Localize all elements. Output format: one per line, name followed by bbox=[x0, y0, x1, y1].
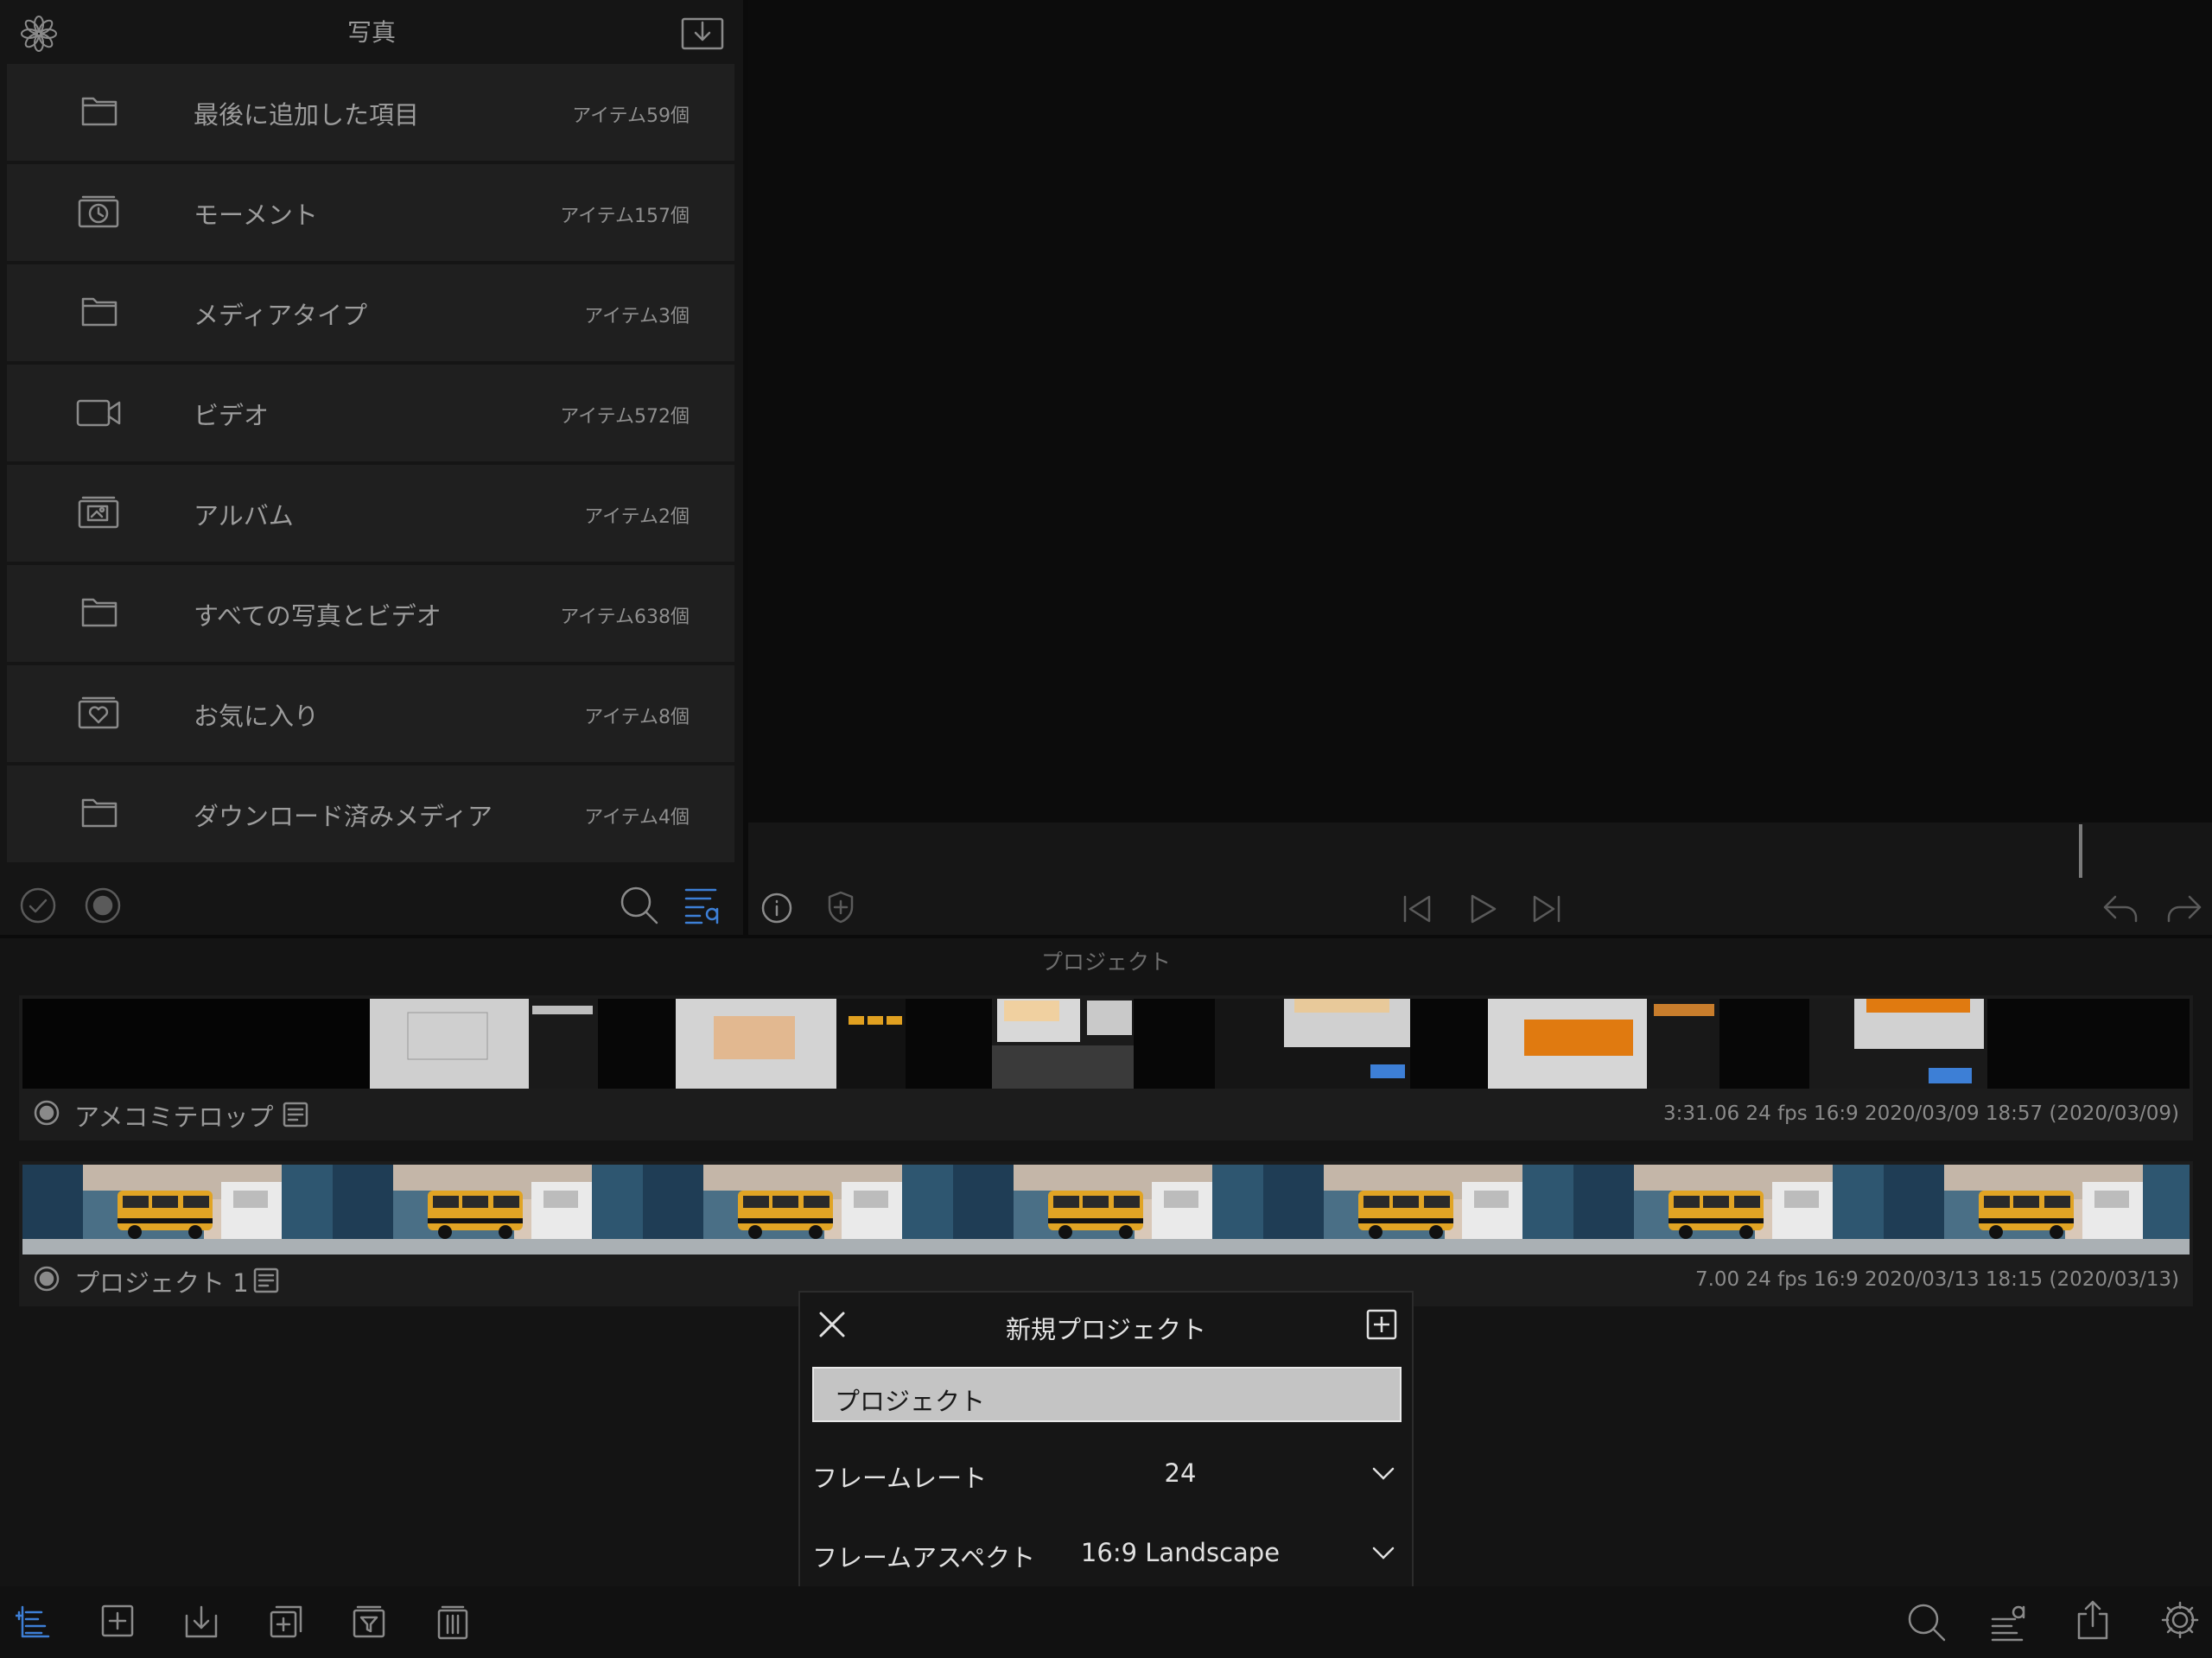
moments-icon bbox=[78, 195, 119, 228]
chevron-down-icon[interactable] bbox=[1370, 1540, 1396, 1566]
folder-icon bbox=[81, 798, 118, 828]
import-project-icon[interactable] bbox=[183, 1604, 219, 1640]
duplicate-icon[interactable] bbox=[268, 1604, 304, 1640]
filmstrip-frames bbox=[22, 999, 2190, 1089]
share-icon[interactable] bbox=[2075, 1598, 2110, 1642]
frame-aspect-label: フレームアスペクト bbox=[812, 1543, 1036, 1572]
info-icon[interactable] bbox=[760, 892, 793, 924]
media-row-label: アルバム bbox=[194, 501, 294, 530]
new-project-icon[interactable] bbox=[16, 1604, 52, 1640]
radio-select-icon[interactable] bbox=[84, 886, 122, 924]
project-name: アメコミテロップ bbox=[74, 1102, 274, 1132]
media-row-count: アイテム572個 bbox=[560, 406, 690, 428]
preview-viewer[interactable] bbox=[748, 0, 2212, 823]
dialog-title: 新規プロジェクト bbox=[1005, 1315, 1206, 1344]
project-thumbnail-filmstrip bbox=[22, 1165, 2190, 1255]
media-row-recently-added[interactable]: 最後に追加した項目 アイテム59個 bbox=[7, 64, 734, 161]
project-card[interactable]: プロジェクト 1 7.00 24 fps 16:9 2020/03/13 18:… bbox=[19, 1161, 2193, 1306]
frame-aspect-select[interactable]: 16:9 Landscape bbox=[1081, 1538, 1280, 1567]
search-icon[interactable] bbox=[1906, 1602, 1948, 1643]
media-row-count: アイテム3個 bbox=[584, 306, 690, 327]
shield-plus-icon[interactable] bbox=[826, 890, 855, 924]
media-row-count: アイテム59個 bbox=[572, 105, 690, 127]
media-row-count: アイテム4個 bbox=[584, 807, 690, 829]
video-camera-icon bbox=[76, 399, 121, 427]
media-row-downloaded-media[interactable]: ダウンロード済みメディア アイテム4個 bbox=[7, 765, 734, 862]
media-row-albums[interactable]: アルバム アイテム2個 bbox=[7, 465, 734, 562]
media-row-label: すべての写真とビデオ bbox=[194, 601, 442, 631]
project-radio-icon[interactable] bbox=[33, 1265, 60, 1293]
project-meta: 7.00 24 fps 16:9 2020/03/13 18:15 (2020/… bbox=[1694, 1268, 2179, 1291]
media-row-label: 最後に追加した項目 bbox=[194, 100, 420, 130]
bottom-toolbar bbox=[0, 1586, 2212, 1658]
album-icon bbox=[78, 496, 119, 529]
media-row-count: アイテム2個 bbox=[584, 506, 690, 528]
notes-icon[interactable] bbox=[252, 1267, 280, 1294]
media-row-label: モーメント bbox=[194, 200, 318, 230]
trash-icon[interactable] bbox=[435, 1604, 470, 1640]
chevron-down-icon[interactable] bbox=[1370, 1460, 1396, 1486]
undo-icon[interactable] bbox=[2101, 893, 2139, 924]
import-icon[interactable] bbox=[681, 16, 724, 50]
viewer-control-bar bbox=[748, 823, 2212, 935]
media-row-label: ビデオ bbox=[194, 401, 270, 430]
folder-icon bbox=[81, 97, 118, 126]
add-icon[interactable] bbox=[100, 1604, 135, 1638]
media-row-count: アイテム157個 bbox=[560, 206, 690, 227]
create-project-button[interactable] bbox=[1365, 1308, 1398, 1341]
redo-icon[interactable] bbox=[2165, 893, 2203, 924]
project-card[interactable]: アメコミテロップ 3:31.06 24 fps 16:9 2020/03/09 … bbox=[19, 995, 2193, 1140]
frame-rate-label: フレームレート bbox=[812, 1464, 988, 1493]
media-row-moments[interactable]: モーメント アイテム157個 bbox=[7, 164, 734, 261]
media-row-count: アイテム638個 bbox=[560, 607, 690, 628]
project-name-field[interactable] bbox=[812, 1367, 1402, 1422]
project-radio-icon[interactable] bbox=[33, 1099, 60, 1127]
frame-rate-select[interactable]: 24 bbox=[1165, 1458, 1197, 1488]
media-row-videos[interactable]: ビデオ アイテム572個 bbox=[7, 365, 734, 461]
project-name: プロジェクト 1 bbox=[74, 1268, 249, 1298]
media-row-favorites[interactable]: お気に入り アイテム8個 bbox=[7, 665, 734, 762]
filter-project-icon[interactable] bbox=[351, 1604, 387, 1640]
project-meta: 3:31.06 24 fps 16:9 2020/03/09 18:57 (20… bbox=[1662, 1102, 2179, 1125]
sort-icon[interactable] bbox=[1991, 1602, 2029, 1643]
settings-icon[interactable] bbox=[2160, 1600, 2200, 1640]
folder-icon bbox=[81, 297, 118, 327]
media-row-media-types[interactable]: メディアタイプ アイテム3個 bbox=[7, 264, 734, 361]
skip-forward-icon[interactable] bbox=[1529, 892, 1564, 926]
media-row-label: メディアタイプ bbox=[194, 301, 367, 330]
media-panel-title: 写真 bbox=[346, 18, 396, 47]
project-thumbnail-filmstrip bbox=[22, 999, 2190, 1089]
play-icon[interactable] bbox=[1465, 892, 1500, 926]
media-panel-header: 写真 bbox=[0, 0, 743, 62]
new-project-dialog: 新規プロジェクト フレームレート 24 フレームアスペクト 16:9 Lands… bbox=[798, 1291, 1414, 1591]
checkmark-icon[interactable] bbox=[19, 886, 57, 924]
project-section-title: プロジェクト bbox=[1040, 950, 1171, 975]
media-browser-panel: 写真 最後に追加した項目 アイテム59個 モーメント アイテム157個 メディア… bbox=[0, 0, 743, 935]
media-row-all-photos-videos[interactable]: すべての写真とビデオ アイテム638個 bbox=[7, 565, 734, 662]
media-row-count: アイテム8個 bbox=[584, 707, 690, 728]
skip-back-icon[interactable] bbox=[1400, 892, 1434, 926]
sort-filter-icon[interactable] bbox=[684, 885, 722, 926]
search-icon[interactable] bbox=[619, 885, 660, 926]
folder-icon bbox=[81, 598, 118, 627]
filmstrip-frames bbox=[22, 1165, 2190, 1255]
media-row-label: お気に入り bbox=[194, 702, 320, 731]
favorites-icon bbox=[78, 696, 119, 729]
notes-icon[interactable] bbox=[282, 1101, 309, 1128]
media-row-label: ダウンロード済みメディア bbox=[194, 802, 493, 831]
playhead-marker[interactable] bbox=[2079, 824, 2082, 878]
